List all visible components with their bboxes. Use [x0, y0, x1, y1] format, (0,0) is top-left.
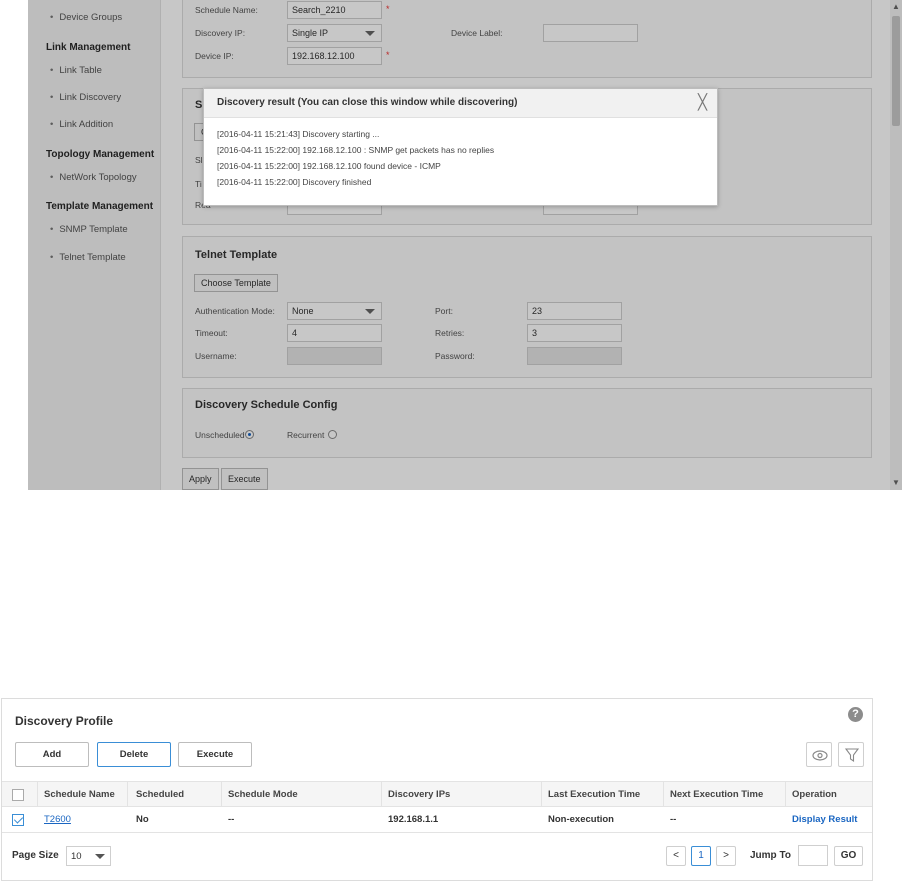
add-button[interactable]: Add — [15, 742, 89, 767]
header-checkbox-cell — [2, 782, 38, 808]
page-title: Discovery Profile — [15, 714, 114, 728]
column-header: Operation — [792, 789, 837, 800]
column-header[interactable]: Last Execution Time — [542, 782, 664, 808]
table-row[interactable]: T2600 No -- 192.168.1.1 Non-execution --… — [2, 807, 872, 833]
dialog-title: Discovery result (You can close this win… — [217, 97, 518, 108]
scheduled-cell: No — [136, 814, 149, 825]
modal-backdrop — [28, 0, 902, 490]
row-checkbox[interactable] — [12, 814, 24, 826]
log-line: [2016-04-11 15:22:00] Discovery finished — [217, 177, 372, 187]
view-toggle-button[interactable] — [806, 742, 832, 767]
eye-icon — [812, 750, 828, 761]
table-header: Schedule Name Scheduled Schedule Mode Di… — [2, 781, 872, 808]
page-size-label: Page Size — [12, 850, 59, 861]
page-size-select[interactable]: 10 — [66, 846, 111, 866]
log-line: [2016-04-11 15:22:00] 192.168.12.100 fou… — [217, 161, 441, 171]
column-header[interactable]: Next Execution Time — [664, 782, 786, 808]
row-checkbox-cell — [2, 807, 38, 833]
column-header[interactable]: Discovery IPs — [382, 782, 542, 808]
filter-button[interactable] — [838, 742, 864, 767]
page-number-button[interactable]: 1 — [691, 846, 711, 866]
delete-button[interactable]: Delete — [97, 742, 171, 767]
column-header[interactable]: Scheduled — [130, 782, 222, 808]
discovery-ips-cell: 192.168.1.1 — [388, 814, 439, 825]
execute-button[interactable]: Execute — [178, 742, 252, 767]
help-icon[interactable]: ? — [848, 707, 863, 722]
log-line: [2016-04-11 15:22:00] 192.168.12.100 : S… — [217, 145, 495, 155]
close-icon[interactable]: ╳ — [698, 93, 707, 111]
column-header[interactable]: Schedule Mode — [222, 782, 382, 808]
discovery-profile-panel: Discovery Profile ? Add Delete Execute S… — [1, 698, 873, 881]
log-line: [2016-04-11 15:21:43] Discovery starting… — [217, 129, 380, 139]
topology-config-screen: Device Groups Link Management Link Table… — [28, 0, 902, 490]
prev-page-button[interactable]: < — [666, 846, 686, 866]
last-execution-cell: Non-execution — [548, 814, 614, 825]
next-page-button[interactable]: > — [716, 846, 736, 866]
column-header[interactable]: Schedule Name — [38, 782, 128, 808]
go-button[interactable]: GO — [834, 846, 863, 866]
display-result-link[interactable]: Display Result — [786, 807, 872, 833]
dialog-header: Discovery result (You can close this win… — [204, 89, 717, 118]
next-execution-cell: -- — [670, 814, 677, 825]
schedule-name-link[interactable]: T2600 — [38, 807, 128, 833]
select-all-checkbox[interactable] — [12, 789, 24, 801]
filter-icon — [844, 748, 860, 763]
jump-to-label: Jump To — [750, 850, 791, 861]
discovery-result-dialog: Discovery result (You can close this win… — [203, 88, 718, 206]
jump-to-input[interactable] — [798, 845, 828, 866]
schedule-mode-cell: -- — [228, 814, 235, 825]
